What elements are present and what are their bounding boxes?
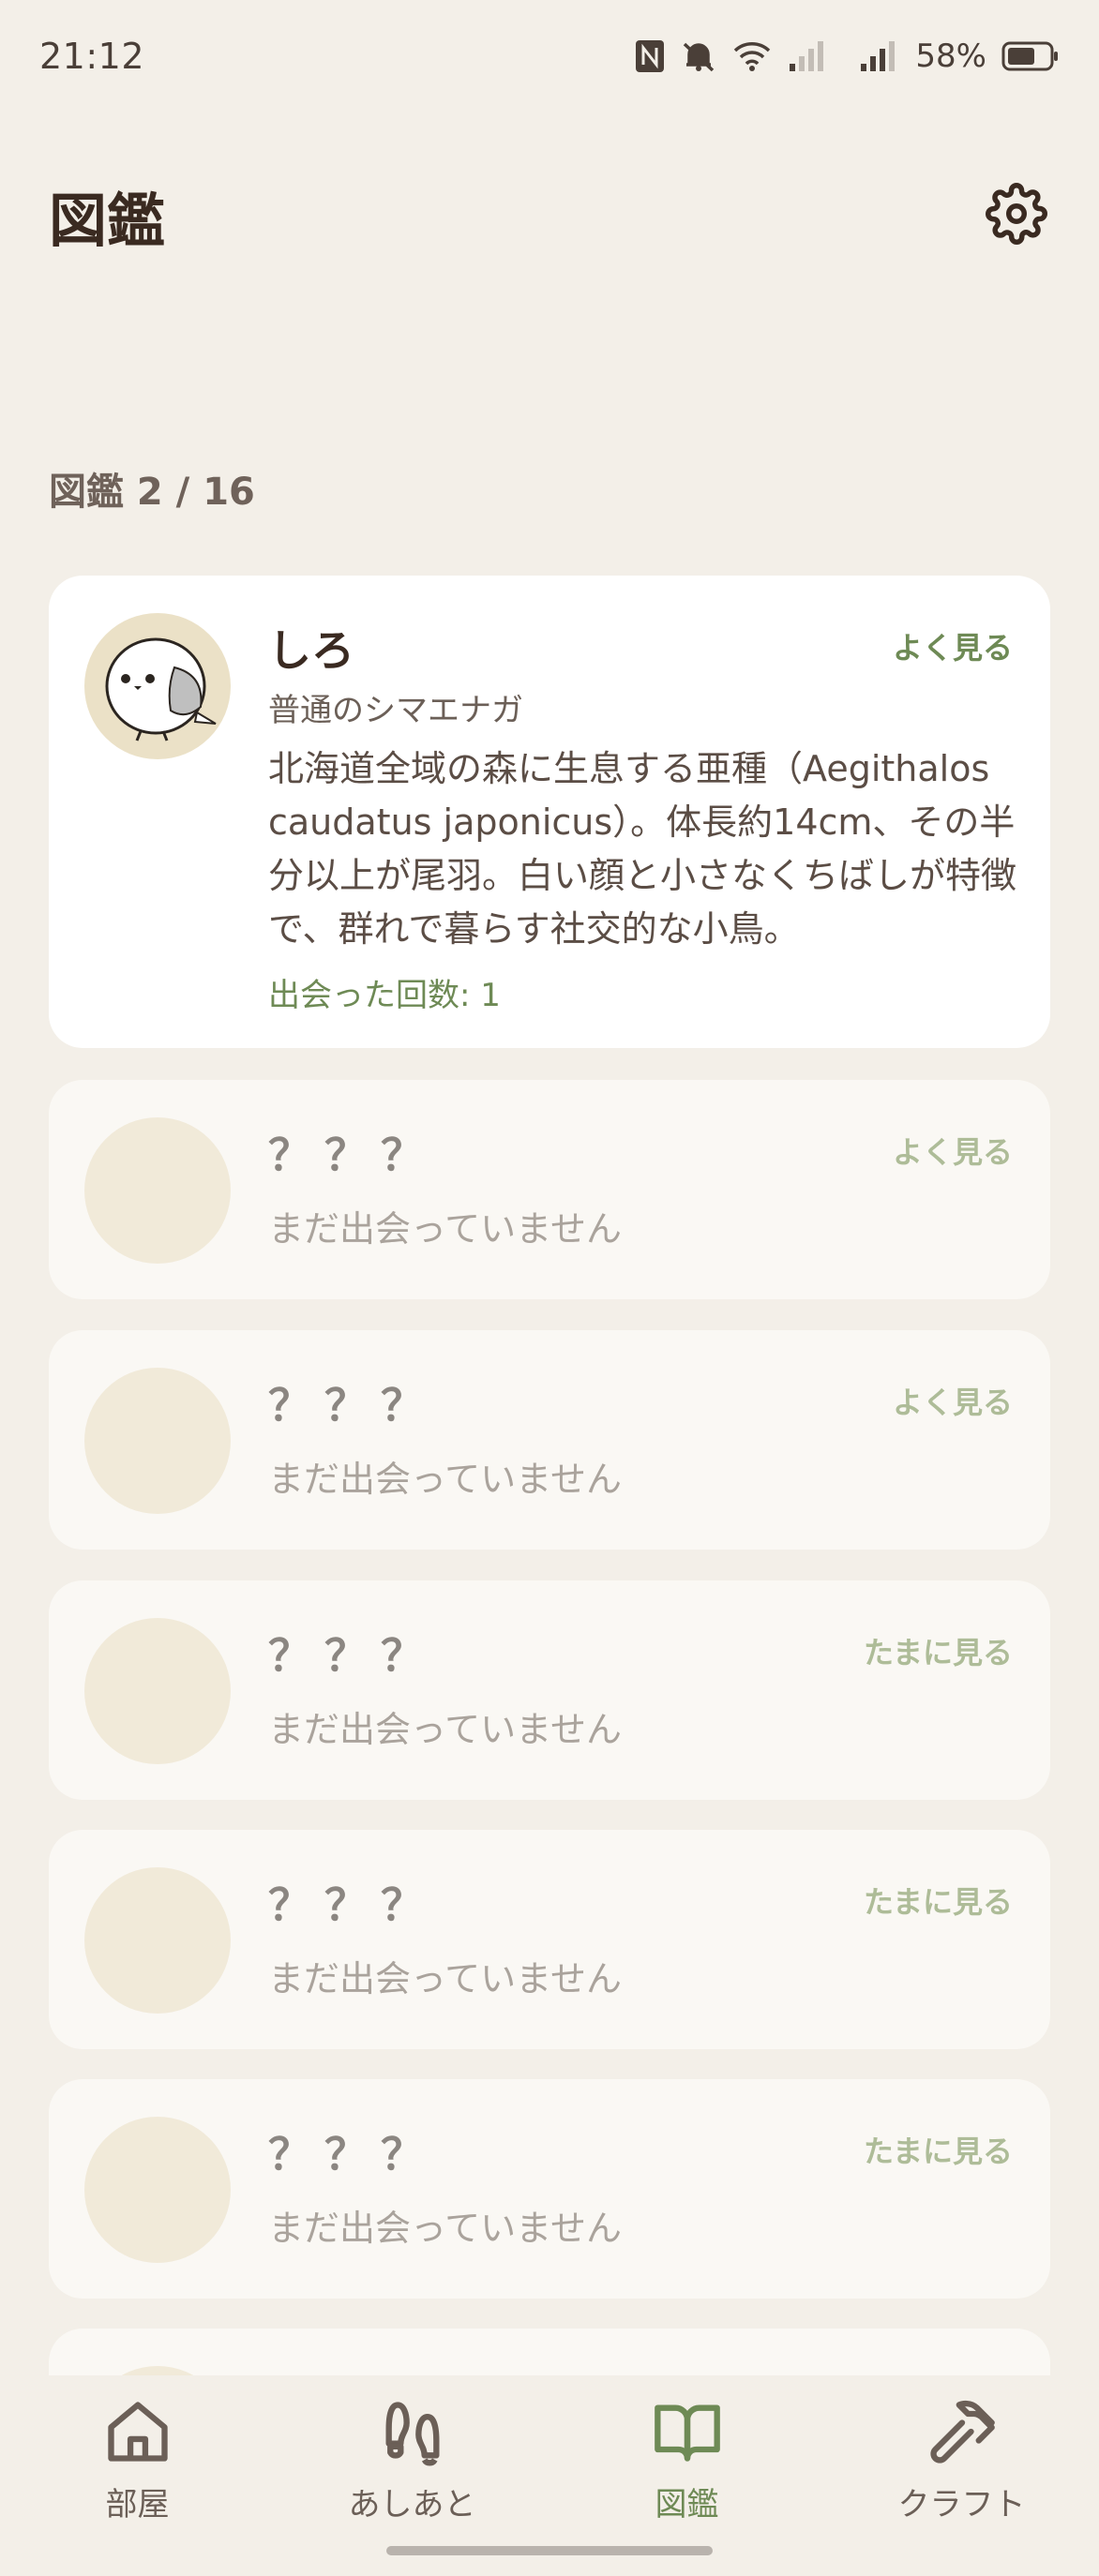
wifi-icon	[731, 39, 773, 73]
bird-name: ？？？	[268, 2129, 437, 2179]
hammer-icon	[926, 2396, 998, 2471]
avatar-placeholder	[84, 1368, 231, 1514]
nfc-icon	[634, 38, 666, 74]
avatar	[84, 613, 231, 759]
status-bar: 21:12 58%	[0, 0, 1099, 112]
nav-item-footprints[interactable]: あしあと	[291, 2396, 534, 2524]
bird-subtitle: まだ出会っていません	[268, 1709, 622, 1750]
nav-label: あしあと	[348, 2486, 476, 2524]
encyclopedia-list[interactable]: しろ よく見る 普通のシマエナガ 北海道全域の森に生息する亜種（Aegithal…	[49, 576, 1050, 2375]
avatar-placeholder	[84, 1867, 231, 2014]
avatar-placeholder	[84, 2366, 231, 2375]
bird-subtitle: 普通のシマエナガ	[268, 692, 523, 729]
page-title: 図鑑	[49, 187, 166, 255]
nav-label: 図鑑	[655, 2486, 719, 2524]
frequency-badge: よく見る	[892, 1134, 1013, 1170]
bell-off-icon	[681, 38, 716, 74]
nav-label: クラフト	[897, 2486, 1026, 2524]
nav-item-room[interactable]: 部屋	[16, 2396, 260, 2524]
nav-item-encyclopedia[interactable]: 図鑑	[565, 2396, 809, 2524]
list-item-locked[interactable]: ？？？ たまに見る まだ出会っていません	[49, 1830, 1050, 2049]
battery-percent: 58%	[915, 37, 986, 75]
bird-subtitle: まだ出会っていません	[268, 1958, 622, 1999]
header: 図鑑	[0, 159, 1099, 272]
bird-name: ？？？	[268, 1630, 437, 1681]
footprints-icon	[377, 2396, 448, 2471]
list-item-locked[interactable]: ？？？ たまに見る まだ出会っていません	[49, 2079, 1050, 2299]
list-item-locked[interactable]: ？？？ よく見る まだ出会っていません	[49, 1330, 1050, 1550]
frequency-badge: たまに見る	[863, 1635, 1013, 1670]
collection-count: 図鑑 2 / 16	[49, 471, 255, 514]
bird-subtitle: まだ出会っていません	[268, 1459, 622, 1500]
status-icons: 58%	[634, 37, 1060, 75]
bird-subtitle: まだ出会っていません	[268, 2208, 622, 2249]
frequency-badge: よく見る	[892, 1385, 1013, 1420]
status-time: 21:12	[39, 36, 145, 77]
bird-name: ？？？	[268, 1130, 437, 1180]
avatar-placeholder	[84, 1117, 231, 1264]
bird-name: ？？？	[268, 1380, 437, 1430]
nav-item-craft[interactable]: クラフト	[840, 2396, 1084, 2524]
book-icon	[652, 2396, 723, 2471]
nav-label: 部屋	[105, 2486, 170, 2524]
list-item-locked-partial[interactable]	[49, 2329, 1050, 2375]
bird-description: 北海道全域の森に生息する亜種（Aegithalos caudatus japon…	[268, 748, 1017, 950]
frequency-badge: よく見る	[892, 630, 1013, 666]
long-tailed-tit-icon	[105, 637, 217, 741]
battery-icon	[1001, 40, 1060, 72]
home-icon	[102, 2396, 173, 2471]
list-item-locked[interactable]: ？？？ よく見る まだ出会っていません	[49, 1080, 1050, 1299]
settings-button[interactable]	[983, 182, 1050, 249]
avatar-placeholder	[84, 1618, 231, 1764]
bird-subtitle: まだ出会っていません	[268, 1208, 622, 1250]
encounter-count: 出会った回数: 1	[268, 977, 501, 1014]
bird-name: ？？？	[268, 1880, 437, 1930]
signal-icon	[859, 39, 896, 73]
list-item-found[interactable]: しろ よく見る 普通のシマエナガ 北海道全域の森に生息する亜種（Aegithal…	[49, 576, 1050, 1048]
gear-icon	[986, 183, 1047, 248]
home-indicator[interactable]	[386, 2546, 713, 2555]
avatar-placeholder	[84, 2117, 231, 2263]
list-item-locked[interactable]: ？？？ たまに見る まだ出会っていません	[49, 1580, 1050, 1800]
frequency-badge: たまに見る	[863, 1884, 1013, 1920]
signal-weak-icon	[788, 39, 825, 73]
frequency-badge: たまに見る	[863, 2134, 1013, 2169]
bird-name: しろ	[268, 625, 354, 676]
